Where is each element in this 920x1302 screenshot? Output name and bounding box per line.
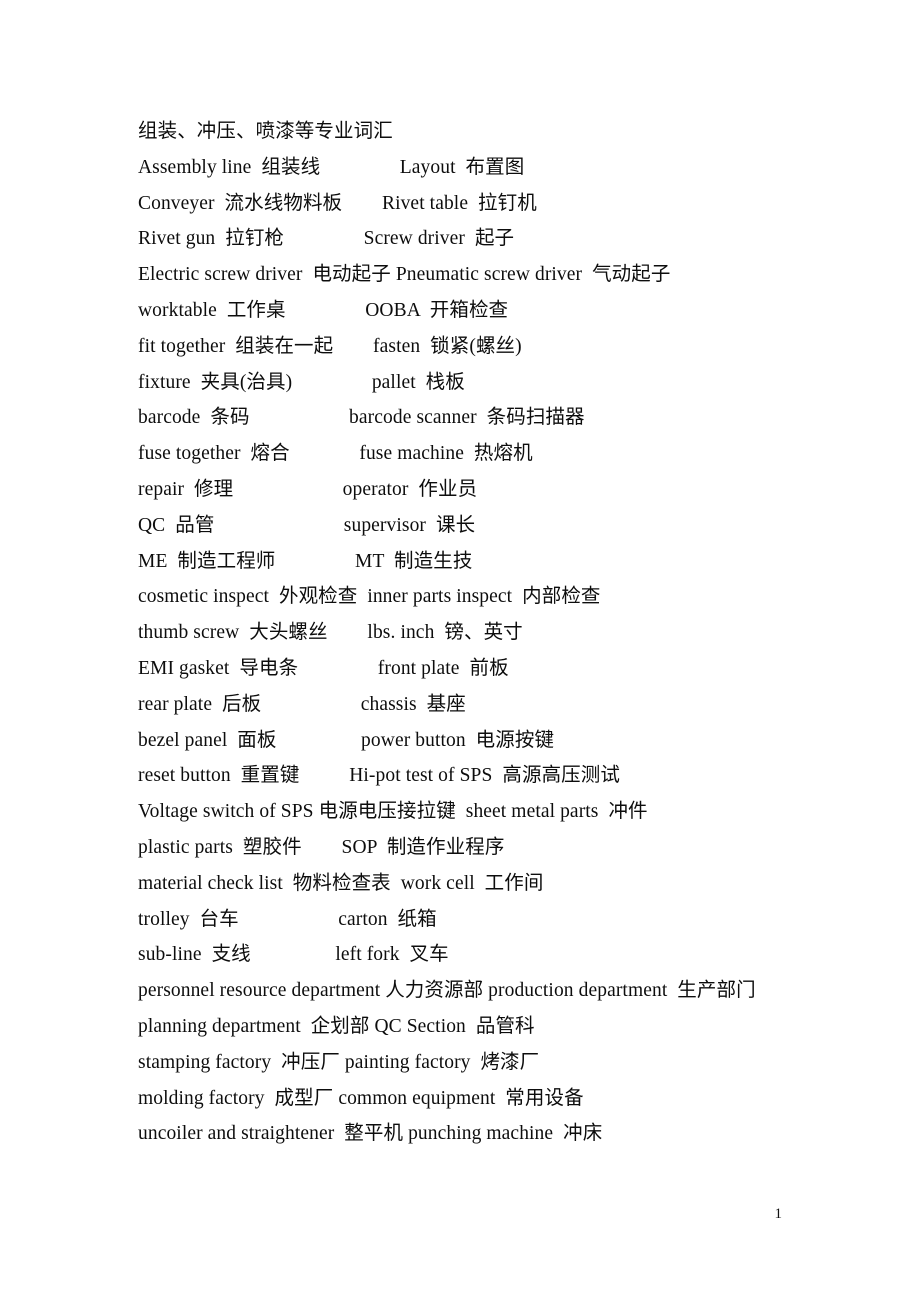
glossary-line: fixture 夹具(治具) pallet 栈板 [138, 371, 465, 393]
glossary-line: fit together 组装在一起 fasten 锁紧(螺丝) [138, 335, 522, 357]
glossary-line: Conveyer 流水线物料板 Rivet table 拉钉机 [138, 192, 537, 214]
glossary-line: bezel panel 面板 power button 电源按键 [138, 729, 555, 751]
glossary-line: planning department 企划部 QC Section 品管科 [138, 1015, 535, 1037]
glossary-line: Electric screw driver 电动起子 Pneumatic scr… [138, 264, 671, 286]
document-page: 组装、冲压、喷漆等专业词汇 Assembly line 组装线 Layout 布… [0, 0, 920, 1302]
glossary-line: worktable 工作桌 OOBA 开箱检查 [138, 299, 509, 321]
glossary-line: trolley 台车 carton 纸箱 [138, 908, 437, 930]
glossary-line: QC 品管 supervisor 课长 [138, 514, 476, 536]
glossary-line: thumb screw 大头螺丝 lbs. inch 镑、英寸 [138, 622, 523, 644]
glossary-line: molding factory 成型厂 common equipment 常用设… [138, 1087, 584, 1109]
glossary-line: material check list 物料检查表 work cell 工作间 [138, 872, 544, 894]
glossary-line: repair 修理 operator 作业员 [138, 478, 478, 500]
glossary-line: Rivet gun 拉钉枪 Screw driver 起子 [138, 228, 515, 250]
glossary-line: plastic parts 塑胶件 SOP 制造作业程序 [138, 836, 505, 858]
document-text-body: 组装、冲压、喷漆等专业词汇 Assembly line 组装线 Layout 布… [138, 114, 838, 1152]
glossary-line: EMI gasket 导电条 front plate 前板 [138, 657, 509, 679]
glossary-line: rear plate 后板 chassis 基座 [138, 693, 466, 715]
glossary-line: sub-line 支线 left fork 叉车 [138, 944, 449, 966]
glossary-line: uncoiler and straightener 整平机 punching m… [138, 1123, 603, 1145]
glossary-line: fuse together 熔合 fuse machine 热熔机 [138, 443, 533, 465]
glossary-line: cosmetic inspect 外观检查 inner parts inspec… [138, 586, 601, 608]
glossary-line: barcode 条码 barcode scanner 条码扫描器 [138, 407, 585, 429]
glossary-line: personnel resource department 人力资源部 prod… [138, 980, 756, 1002]
glossary-line: reset button 重置键 Hi-pot test of SPS 高源高压… [138, 765, 620, 787]
page-number: 1 [774, 1206, 783, 1222]
glossary-line: Voltage switch of SPS 电源电压接拉键 sheet meta… [138, 801, 648, 823]
document-heading: 组装、冲压、喷漆等专业词汇 [138, 121, 393, 142]
glossary-line: stamping factory 冲压厂 painting factory 烤漆… [138, 1051, 540, 1073]
glossary-line: Assembly line 组装线 Layout 布置图 [138, 156, 525, 178]
glossary-line: ME 制造工程师 MT 制造生技 [138, 550, 473, 572]
